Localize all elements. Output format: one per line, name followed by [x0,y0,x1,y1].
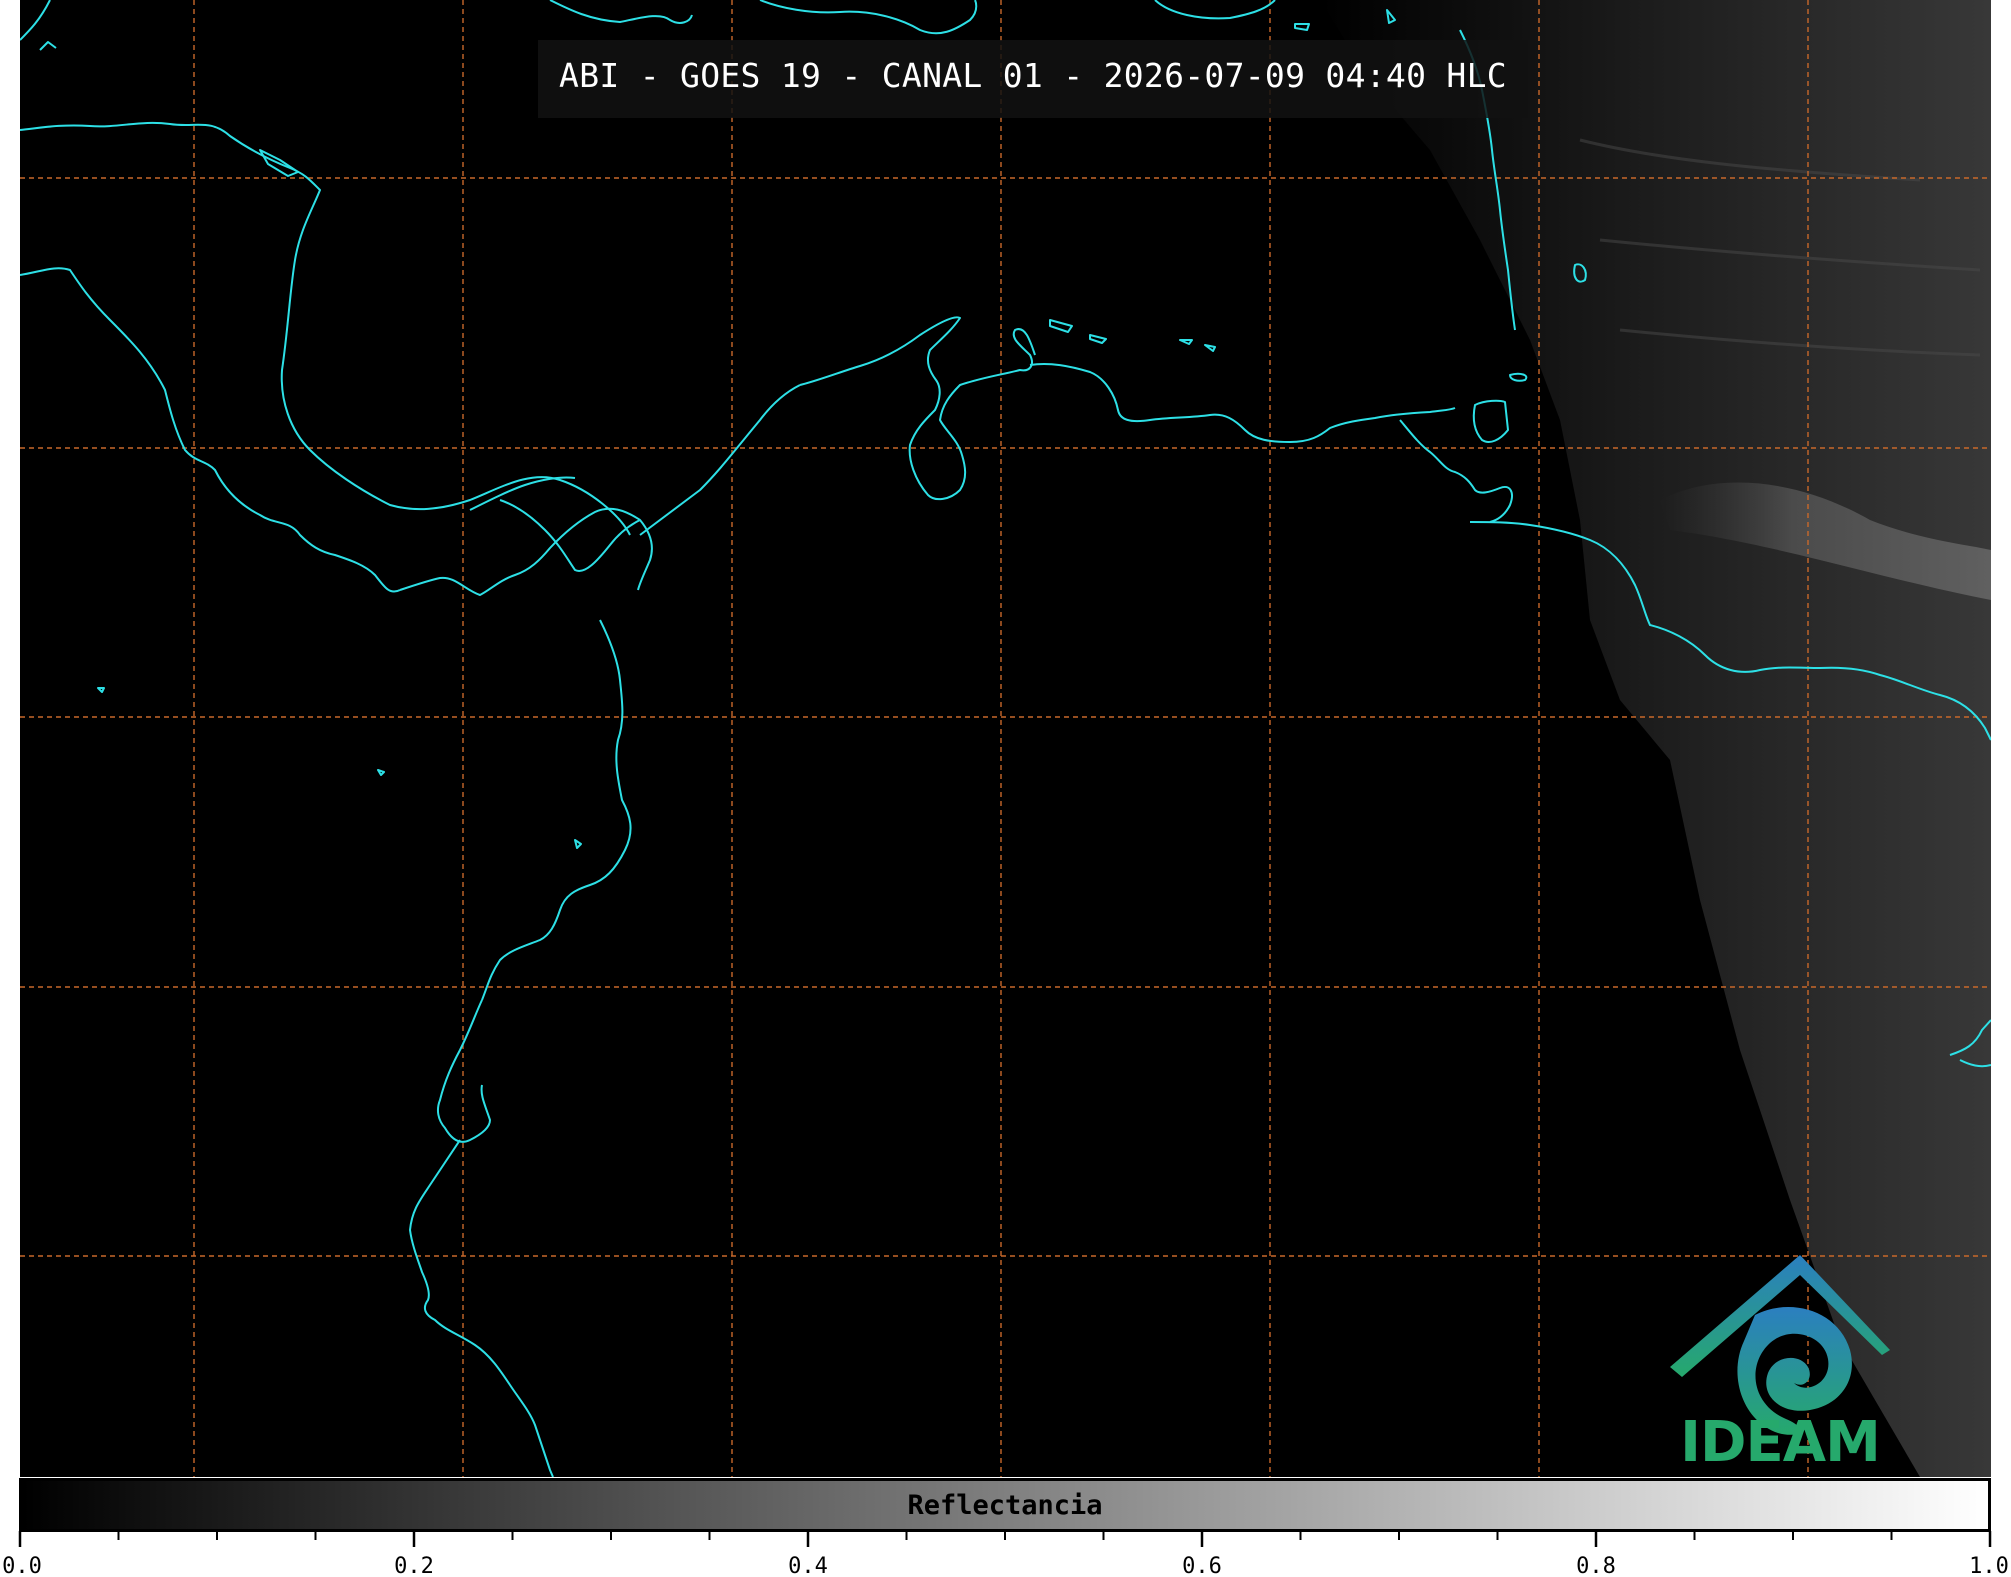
coastline-peru [409,1139,554,1477]
coastline-abc-islands [1049,319,1216,352]
coastline-ecuador [436,999,491,1143]
coastline-colombia-caribbean [799,316,1036,501]
image-title: ABI - GOES 19 - CANAL 01 - 2026-07-09 04… [559,56,1507,95]
coastline-trinidad [1472,399,1509,443]
coastline-island-barbados [1509,372,1528,382]
coastline-small-island-1 [97,687,105,693]
colorbar-tick-label: 0.0 [2,1554,42,1577]
colorbar-label: Reflectancia [907,1490,1103,1521]
coastline-gorgona [574,839,582,849]
colorbar-tick-label: 1.0 [1969,1554,2009,1577]
coastline-colombia-pacific [481,619,632,1001]
colorbar-tick-label: 0.6 [1182,1554,1222,1577]
coastline-mexico-pacific [20,267,401,593]
colorbar-tick-label: 0.2 [394,1554,434,1577]
coastline-small-island-2 [377,769,385,776]
colorbar-tick-label: 0.8 [1576,1554,1616,1577]
coastline-orinoco-delta [1399,419,1513,523]
colorbar-ticks [18,1531,1992,1547]
logo-text: IDEAM [1680,1410,1881,1475]
coastline-puerto-rico [1154,0,1276,20]
coastline-panama-isthmus [639,384,801,536]
coastline-hispaniola [759,0,978,35]
satellite-image-figure: ABI - GOES 19 - CANAL 01 - 2026-07-09 04… [0,0,2011,1577]
colorbar-tick-label: 0.4 [788,1554,828,1577]
coastline-venezuela [1029,362,1456,443]
coastline-top-left [20,0,57,51]
coastline-yucatan [20,121,631,536]
coastline-island-small-1 [1294,23,1310,31]
coastline-cuba [549,0,693,24]
